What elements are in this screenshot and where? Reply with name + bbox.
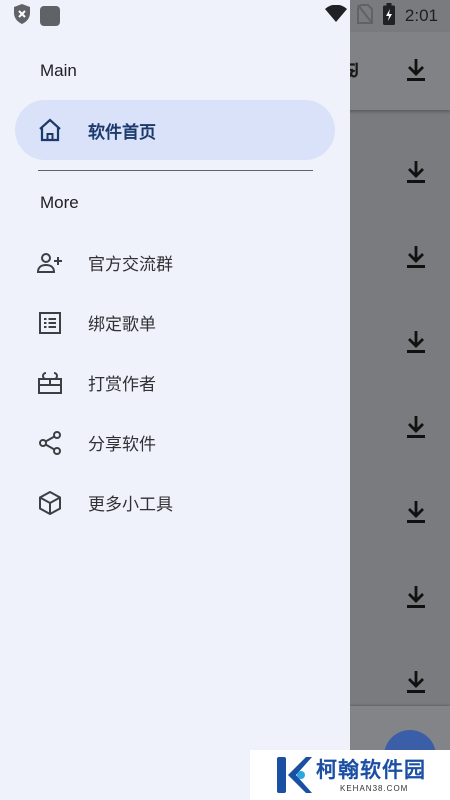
nav-item-official-group-label: 官方交流群 [88, 254, 173, 275]
nav-item-official-group[interactable]: 官方交流群 [15, 234, 335, 290]
download-icon[interactable] [396, 322, 436, 362]
download-icon[interactable] [396, 152, 436, 192]
app-square-icon [40, 6, 60, 26]
nav-item-more-tools[interactable]: 更多小工具 [15, 474, 335, 530]
drawer-divider [38, 170, 313, 171]
nav-item-share-app[interactable]: 分享软件 [15, 414, 335, 470]
watermark-subtitle: KEHAN38.COM [340, 784, 409, 793]
watermark-title: 柯翰软件园 [316, 758, 426, 782]
shield-x-icon [12, 3, 32, 29]
nav-item-share-app-label: 分享软件 [88, 434, 156, 455]
nav-item-tip-author-label: 打赏作者 [88, 374, 156, 395]
more-section-title: More [40, 193, 79, 212]
share-icon [37, 430, 63, 456]
watermark-badge: 柯翰软件园 KEHAN38.COM [250, 750, 450, 800]
nav-item-bind-playlist-label: 绑定歌单 [88, 314, 156, 335]
nav-item-more-tools-label: 更多小工具 [88, 494, 173, 515]
download-icon[interactable] [396, 492, 436, 532]
status-left [12, 3, 60, 29]
nav-item-home-label: 软件首页 [88, 122, 156, 143]
download-icon[interactable] [396, 237, 436, 277]
nav-item-home[interactable]: 软件首页 [15, 100, 335, 160]
navigation-drawer: Main 软件首页 More 官方交流群 绑定歌单 打赏作者 分享软件 更多小工… [0, 0, 350, 800]
k-logo-icon [274, 754, 312, 796]
download-icon[interactable] [396, 50, 436, 90]
no-sim-icon [356, 4, 373, 28]
list-icon [37, 310, 63, 336]
status-bar: 2:01 [0, 0, 450, 32]
home-icon [37, 117, 63, 143]
status-time: 2:01 [404, 6, 438, 25]
nav-item-tip-author[interactable]: 打赏作者 [15, 354, 335, 410]
person-add-icon [37, 250, 63, 276]
status-right: 2:01 [324, 3, 438, 29]
cube-icon [37, 490, 63, 516]
wifi-icon [324, 4, 347, 27]
download-icon[interactable] [396, 662, 436, 702]
download-icon[interactable] [396, 407, 436, 447]
main-section-title: Main [40, 61, 77, 80]
nav-item-bind-playlist[interactable]: 绑定歌单 [15, 294, 335, 350]
gift-icon [37, 370, 63, 396]
battery-charging-icon [382, 3, 395, 29]
download-icon[interactable] [396, 577, 436, 617]
